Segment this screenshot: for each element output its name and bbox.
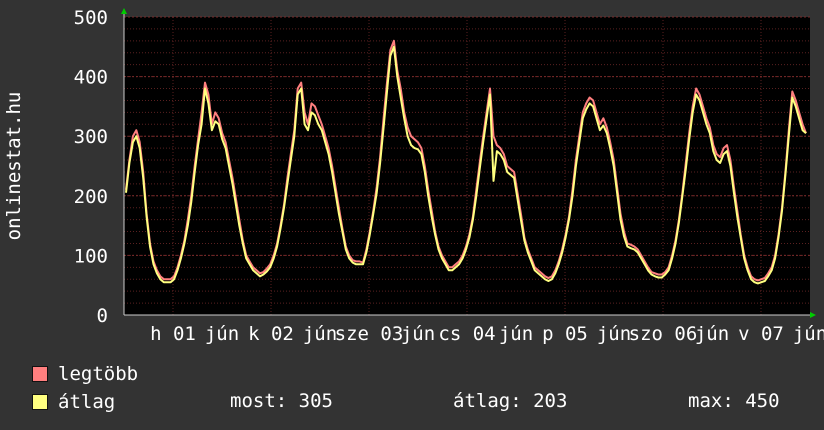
legend-item-atlag: átlag <box>32 391 116 413</box>
x-tick-label: jún <box>695 323 729 345</box>
y-tick-label: 0 <box>97 305 108 327</box>
y-axis-ticks: 0 100 200 300 400 500 <box>74 7 108 327</box>
x-axis-arrow-icon <box>810 312 816 318</box>
y-tick-label: 300 <box>74 126 108 148</box>
x-tick-label: h 01 <box>150 323 196 345</box>
stat-most: most: 305 <box>230 390 333 412</box>
x-tick-label: jún <box>499 323 533 345</box>
legend-label-atlag: átlag <box>58 391 116 413</box>
x-tick-label: jún <box>597 323 631 345</box>
legtobb-swatch-icon <box>32 366 48 382</box>
y-axis-label: onlinestat.hu <box>3 92 25 241</box>
x-tick-label: jún <box>205 323 239 345</box>
x-tick-label: sze 03 <box>335 323 404 345</box>
x-tick-label: jún <box>303 323 337 345</box>
x-tick-label: szo 06 <box>629 323 698 345</box>
y-tick-label: 100 <box>74 245 108 267</box>
plot-area <box>124 17 810 315</box>
x-axis-ticks: h 01 jún k 02 júnsze 03jún cs 04 jún p 05 júnsz… <box>150 323 824 345</box>
y-tick-label: 200 <box>74 186 108 208</box>
x-tick-label: jún <box>793 323 824 345</box>
stat-max: max: 450 <box>688 390 780 412</box>
y-tick-label: 500 <box>74 7 108 29</box>
legend-item-legtobb: legtöbb <box>32 363 139 385</box>
y-tick-label: 400 <box>74 67 108 89</box>
x-tick-label: k 02 <box>248 323 294 345</box>
legend-label-legtobb: legtöbb <box>58 363 139 385</box>
atlag-swatch-icon <box>32 394 48 410</box>
y-axis-arrow-icon <box>121 8 127 14</box>
x-tick-label: cs 04 <box>438 323 495 345</box>
x-tick-label: jún <box>401 323 435 345</box>
x-tick-label: p 05 <box>542 323 588 345</box>
x-tick-label: v 07 <box>738 323 784 345</box>
stat-atlag: átlag: 203 <box>453 390 568 412</box>
